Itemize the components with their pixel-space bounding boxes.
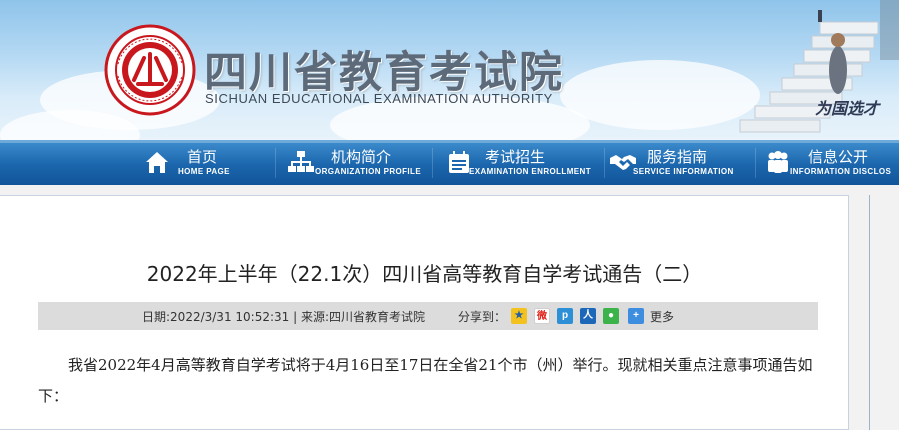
org-chart-icon bbox=[287, 148, 315, 176]
nav-label: 首页 bbox=[187, 148, 218, 166]
nav-divider bbox=[275, 148, 276, 178]
nav-sublabel: ORGANIZATION PROFILE bbox=[315, 167, 422, 176]
nav-item-organization[interactable]: 机构简介 ORGANIZATION PROFILE bbox=[287, 140, 427, 185]
nav-label: 机构简介 bbox=[331, 148, 392, 166]
nav-sublabel: HOME PAGE bbox=[178, 167, 230, 176]
wechat-icon[interactable]: ● bbox=[603, 308, 619, 324]
nav-divider bbox=[755, 148, 756, 178]
nav-sublabel: EXAMINATION ENROLLMENT bbox=[469, 167, 591, 176]
stairs-illustration bbox=[730, 0, 899, 140]
home-icon bbox=[143, 148, 171, 176]
header-banner: 四川省教育考试院 SICHUAN EDUCATIONAL EXAMINATION… bbox=[0, 0, 899, 140]
nav-divider bbox=[432, 148, 433, 178]
tencent-weibo-icon[interactable]: p bbox=[557, 308, 573, 324]
nav-item-enrollment[interactable]: 考试招生 EXAMINATION ENROLLMENT bbox=[444, 140, 602, 185]
article-meta-bar: 日期:2022/3/31 10:52:31 | 来源:四川省教育考试院 分享到：… bbox=[38, 302, 818, 330]
article-meta: 日期:2022/3/31 10:52:31 | 来源:四川省教育考试院 bbox=[142, 310, 425, 324]
article-body-paragraph: 我省2022年4月高等教育自学考试将于4月16日至17日在全省21个市（州）举行… bbox=[38, 356, 813, 405]
nav-item-service[interactable]: 服务指南 SERVICE INFORMATION bbox=[609, 140, 749, 185]
qzone-icon[interactable]: ★ bbox=[511, 308, 527, 324]
weibo-icon[interactable]: 微 bbox=[534, 308, 550, 324]
main-nav: 首页 HOME PAGE 机构简介 ORGANIZATION PROFILE 考… bbox=[0, 140, 899, 185]
article-title: 2022年上半年（22.1次）四川省高等教育自学考试通告（二） bbox=[146, 262, 703, 286]
nav-sublabel: SERVICE INFORMATION bbox=[633, 167, 734, 176]
right-sidebar-edge bbox=[849, 195, 899, 430]
nav-divider bbox=[604, 148, 605, 178]
nav-label: 考试招生 bbox=[485, 148, 546, 166]
people-icon bbox=[764, 148, 792, 176]
slogan: 为国选才 bbox=[815, 99, 880, 118]
share-label: 分享到： bbox=[458, 310, 507, 324]
right-divider bbox=[869, 195, 870, 430]
more-plus-icon[interactable]: + bbox=[628, 308, 644, 324]
nav-item-information[interactable]: 信息公开 INFORMATION DISCLOS bbox=[764, 140, 899, 185]
site-subtitle: SICHUAN EDUCATIONAL EXAMINATION AUTHORIT… bbox=[205, 91, 553, 106]
nav-sublabel: INFORMATION DISCLOS bbox=[790, 167, 892, 176]
nav-label: 信息公开 bbox=[808, 148, 869, 166]
nav-label: 服务指南 bbox=[647, 148, 708, 166]
renren-icon[interactable]: 人 bbox=[580, 308, 596, 324]
nav-gap bbox=[0, 185, 899, 195]
nav-item-home[interactable]: 首页 HOME PAGE bbox=[143, 140, 263, 185]
share-more-link[interactable]: 更多 bbox=[650, 308, 674, 325]
exam-authority-emblem-icon[interactable] bbox=[104, 24, 196, 116]
